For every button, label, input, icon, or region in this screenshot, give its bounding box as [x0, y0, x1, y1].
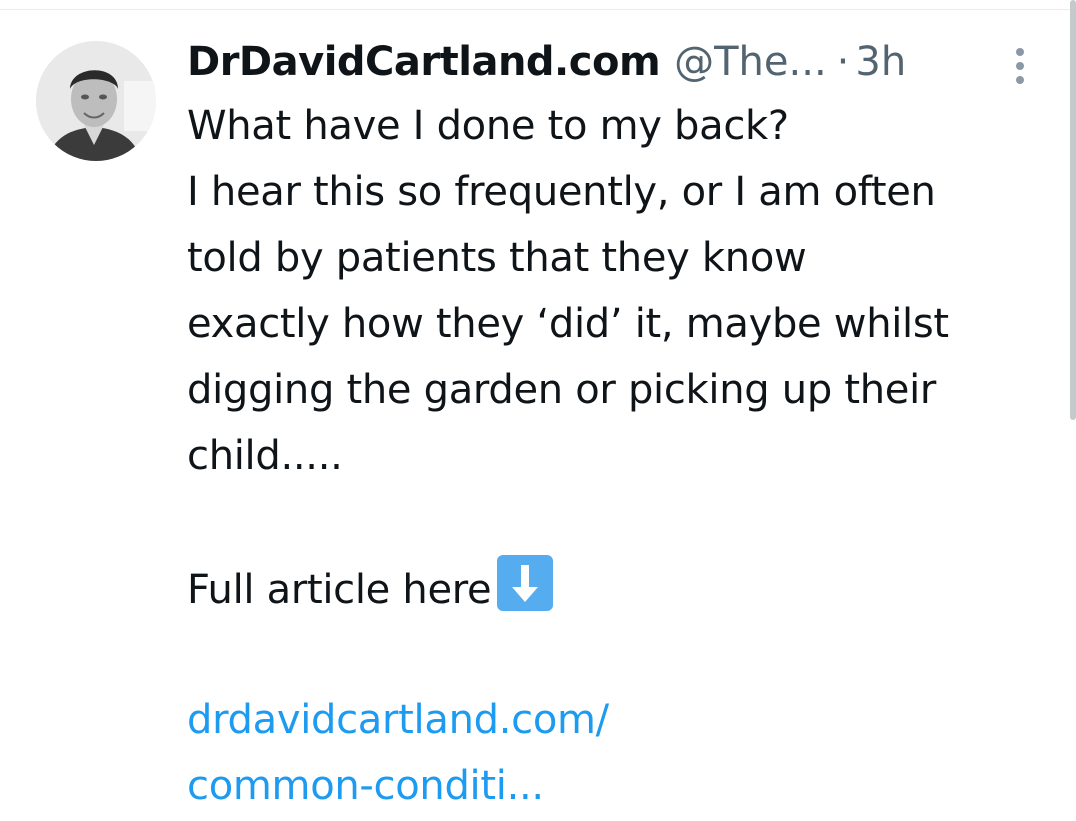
tweet-text-line: exactly how they ‘did’ it, maybe whilst: [187, 301, 949, 347]
tweet-text: What have I done to my back? I hear this…: [187, 93, 1057, 819]
cta-text: Full article here: [187, 567, 492, 613]
article-link-line-2[interactable]: common-conditi...: [187, 753, 1057, 819]
scrollbar[interactable]: [1070, 0, 1076, 420]
top-divider: [0, 9, 1076, 10]
author-avatar[interactable]: [36, 41, 156, 161]
tweet-text-line: child.....: [187, 433, 343, 479]
vertical-ellipsis-icon: [1016, 48, 1024, 56]
author-display-name[interactable]: DrDavidCartland.com: [187, 36, 661, 88]
down-arrow-emoji-icon: [497, 555, 554, 611]
profile-photo: [36, 41, 156, 161]
vertical-ellipsis-icon: [1016, 76, 1024, 84]
vertical-ellipsis-icon: [1016, 62, 1024, 70]
tweet-text-line: I hear this so frequently, or I am often: [187, 169, 936, 215]
author-handle[interactable]: @The...: [674, 36, 827, 88]
article-link-line-1[interactable]: drdavidcartland.com/: [187, 687, 1057, 753]
tweet-text-line: digging the garden or picking up their: [187, 367, 937, 413]
tweet-timestamp[interactable]: 3h: [855, 36, 906, 88]
more-options-button[interactable]: [1008, 44, 1032, 88]
tweet-header: DrDavidCartland.com @The... · 3h: [187, 36, 906, 88]
cta-line: Full article here: [187, 555, 1057, 621]
tweet-text-line: What have I done to my back?: [187, 103, 789, 149]
tweet-text-line: told by patients that they know: [187, 235, 807, 281]
header-separator: ·: [836, 39, 850, 85]
